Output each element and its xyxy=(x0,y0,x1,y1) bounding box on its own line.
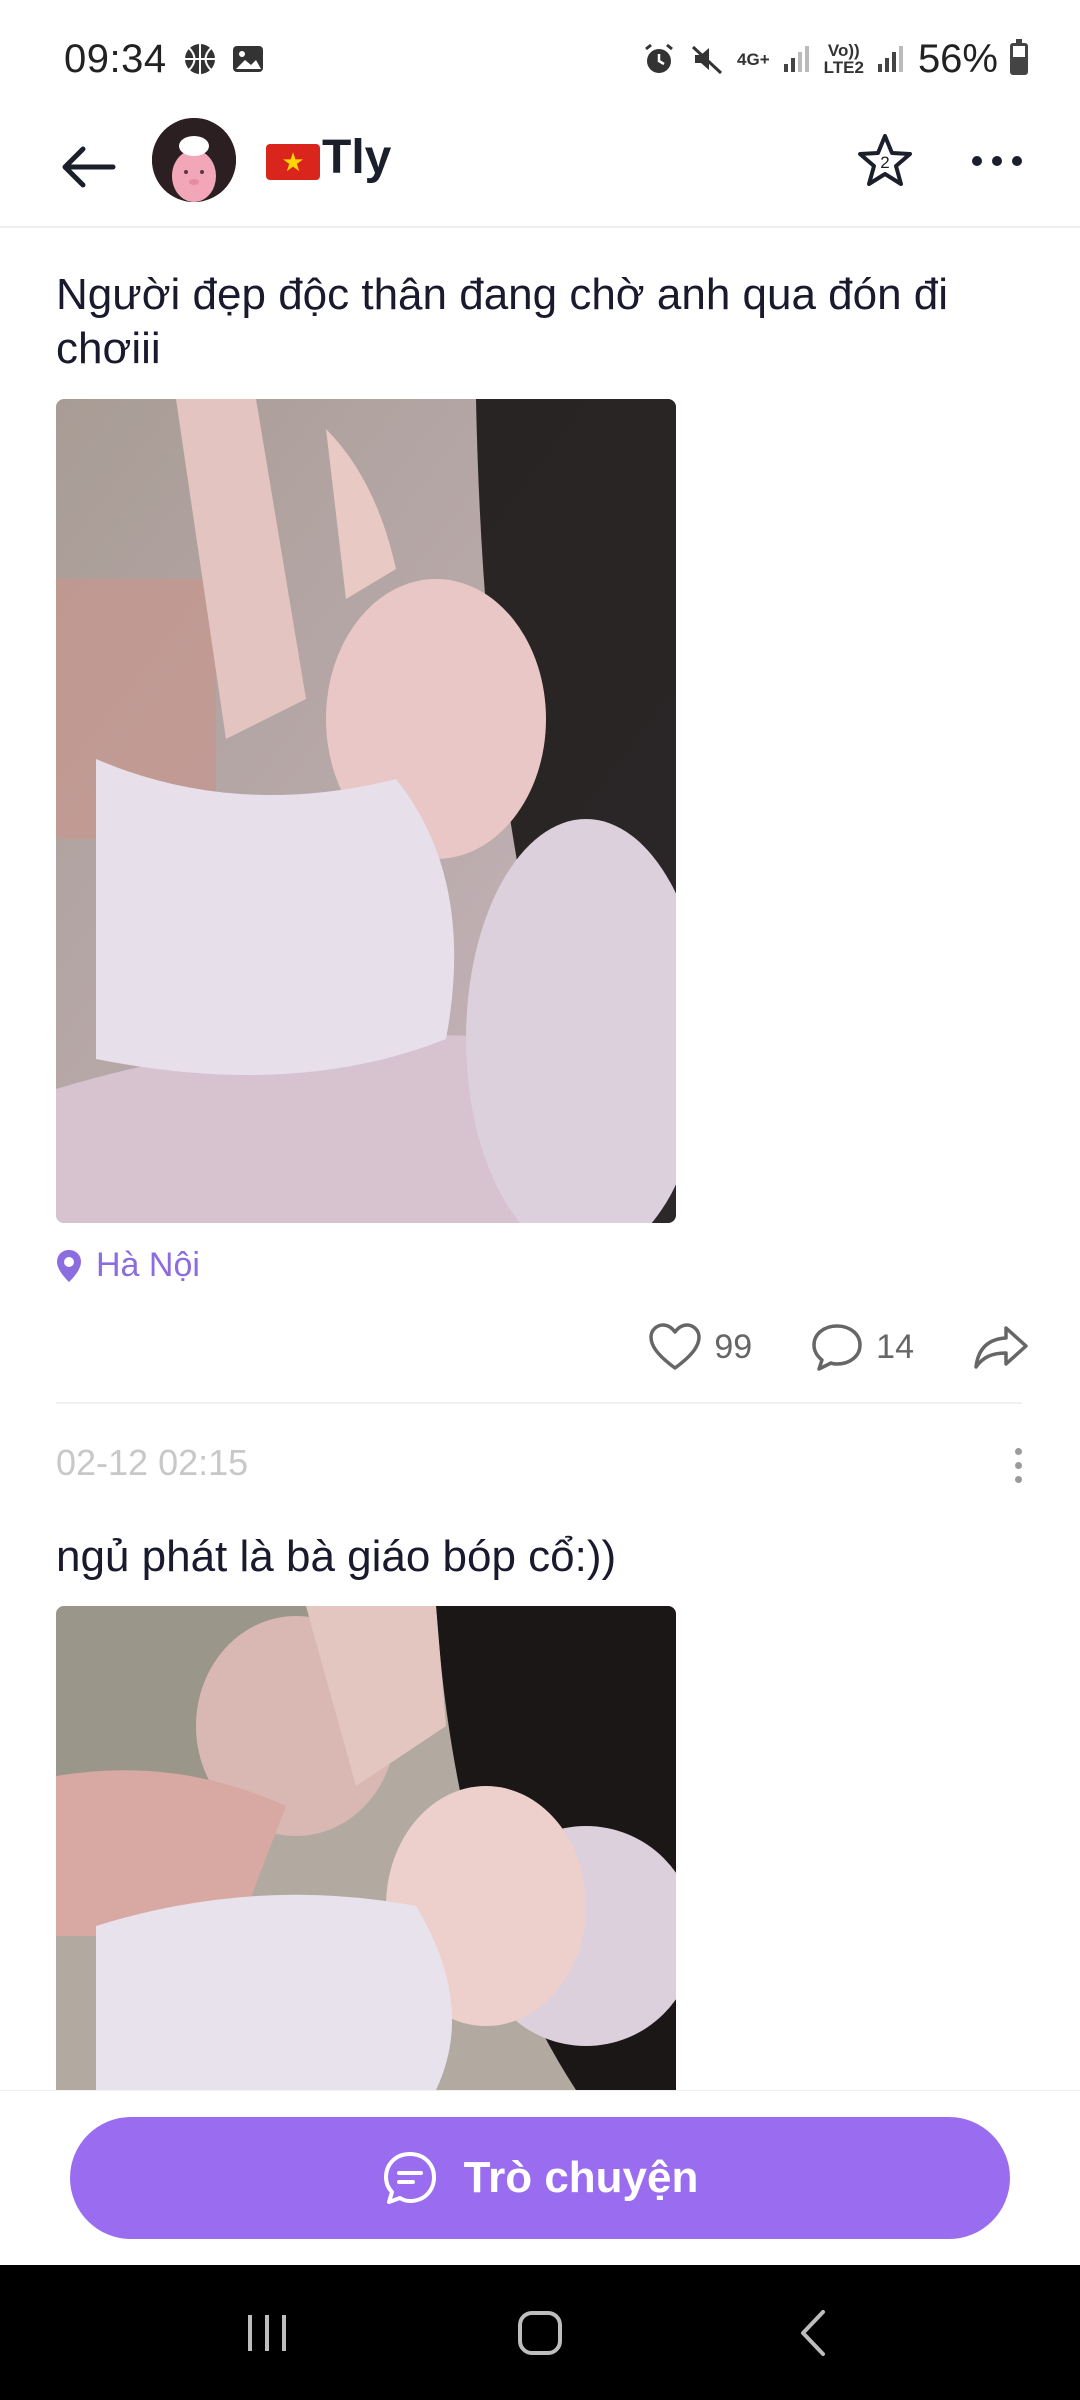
status-time: 09:34 xyxy=(64,36,167,81)
post-menu-button[interactable] xyxy=(1000,1440,1036,1490)
basketball-icon xyxy=(184,44,215,74)
recents-button[interactable] xyxy=(222,2293,312,2373)
status-bar: 09:34 4G+ Vo)) LTE2 56% xyxy=(0,0,1080,118)
more-horizontal-icon xyxy=(972,156,1022,166)
chat-button[interactable]: Trò chuyện xyxy=(70,2117,1010,2239)
post-photo[interactable] xyxy=(56,399,676,1223)
more-vertical-icon xyxy=(1014,1447,1022,1455)
post-photo-image xyxy=(56,1606,676,2090)
post-caption: Người đẹp độc thân đang chờ anh qua đón … xyxy=(56,270,949,373)
user-name: Tly xyxy=(322,131,392,184)
system-nav-bar xyxy=(0,2265,1080,2400)
post-location[interactable]: Hà Nội xyxy=(56,1246,200,1285)
like-count: 99 xyxy=(714,1327,753,1366)
post-divider xyxy=(56,1402,1022,1404)
comment-button[interactable]: 14 xyxy=(810,1322,914,1372)
signal-2-icon xyxy=(877,46,903,72)
share-button[interactable] xyxy=(972,1322,1030,1372)
share-icon xyxy=(974,1326,1028,1369)
chat-button-label: Trò chuyện xyxy=(463,2153,699,2202)
network-lte2: LTE2 xyxy=(823,58,864,77)
mute-icon xyxy=(691,45,723,75)
location-pin-icon xyxy=(57,1249,81,1282)
post-caption: ngủ phát là bà giáo bóp cổ:)) xyxy=(56,1532,617,1581)
nav-back-button[interactable] xyxy=(768,2293,858,2373)
network-volte: Vo)) xyxy=(827,41,860,60)
chat-bar: Trò chuyện xyxy=(0,2090,1080,2265)
post-photo-image xyxy=(56,399,676,1223)
profile-header: ★ Tly 2 xyxy=(0,118,1080,228)
more-button[interactable] xyxy=(962,126,1032,196)
gallery-icon xyxy=(232,46,263,72)
chat-bubble-icon xyxy=(383,2152,436,2204)
avatar-image xyxy=(152,118,236,202)
home-icon xyxy=(517,2310,562,2355)
comment-count: 14 xyxy=(876,1327,914,1366)
network-4g: 4G+ xyxy=(737,49,770,69)
avatar[interactable] xyxy=(152,118,236,202)
like-button[interactable]: 99 xyxy=(648,1322,752,1372)
country-flag: ★ xyxy=(266,144,320,180)
star-badge: 2 xyxy=(880,153,889,172)
back-button[interactable] xyxy=(52,132,122,202)
signal-icon xyxy=(783,46,809,72)
post-timestamp: 02-12 02:15 xyxy=(56,1442,249,1483)
heart-icon xyxy=(649,1323,702,1370)
battery-percent: 56% xyxy=(917,36,998,81)
alarm-icon xyxy=(645,43,673,73)
battery-icon xyxy=(1010,39,1028,75)
recents-icon xyxy=(247,2314,286,2351)
home-button[interactable] xyxy=(495,2293,585,2373)
star-icon: 2 xyxy=(858,134,912,186)
comment-icon xyxy=(812,1324,862,1371)
post-actions: 99 14 xyxy=(620,1312,1030,1382)
favorite-button[interactable]: 2 xyxy=(850,126,920,196)
chevron-left-icon xyxy=(801,2309,826,2356)
post-photo[interactable] xyxy=(56,1606,676,2090)
location-label: Hà Nội xyxy=(96,1246,200,1284)
arrow-left-icon xyxy=(62,146,116,188)
